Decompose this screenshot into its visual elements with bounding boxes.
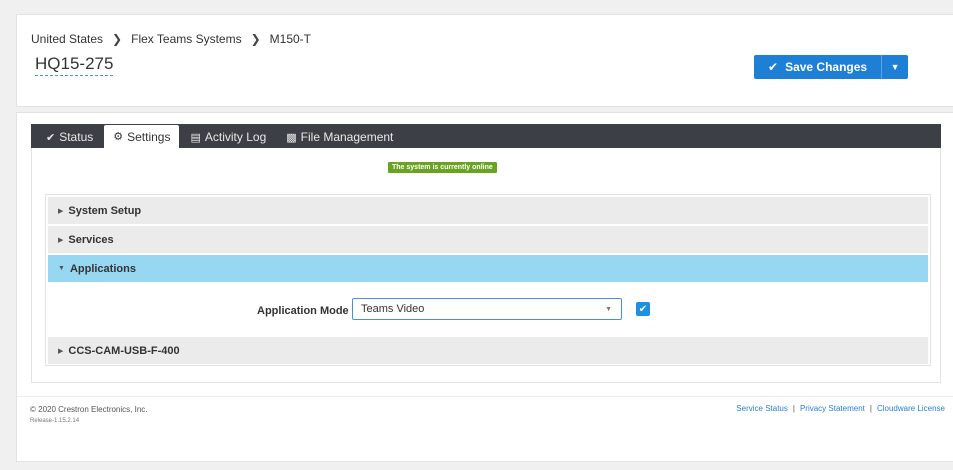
save-changes-label: Save Changes [785,60,868,74]
application-mode-select[interactable]: Teams Video ▼ [352,298,622,320]
footer-divider [17,396,953,397]
breadcrumb: United States ❯ Flex Teams Systems ❯ M15… [31,32,311,46]
header-card: United States ❯ Flex Teams Systems ❯ M15… [16,14,953,107]
caret-right-icon: ▶ [58,236,64,244]
accordion-ccs-cam-usb[interactable]: ▶ CCS-CAM-USB-F-400 [48,337,928,364]
save-changes-button[interactable]: ✔ Save Changes [754,55,883,79]
settings-accordion: ▶ System Setup ▶ Services ▼ Applications… [45,194,931,366]
footer-copyright: © 2020 Crestron Electronics, Inc. [30,405,148,414]
tab-label: File Management [300,130,394,144]
chevron-right-icon: ❯ [250,32,261,46]
accordion-label: System Setup [68,204,142,217]
accordion-label: Services [68,233,114,246]
tab-label: Status [59,130,94,144]
application-mode-label: Application Mode [257,305,349,317]
tabs-bar: ✔ Status ⚙ Settings ▤ Activity Log ▩ Fil… [31,124,941,148]
footer-links: Service Status | Privacy Statement | Clo… [736,404,945,413]
main-card: ✔ Status ⚙ Settings ▤ Activity Log ▩ Fil… [16,112,953,462]
breadcrumb-item-group[interactable]: Flex Teams Systems [131,32,241,46]
caret-down-icon: ▼ [605,306,612,313]
tab-activity-log[interactable]: ▤ Activity Log [181,126,275,148]
accordion-label: CCS-CAM-USB-F-400 [68,344,180,357]
check-icon: ✔ [638,303,648,315]
save-button-group: ✔ Save Changes ▼ [754,55,909,79]
caret-right-icon: ▶ [58,207,64,215]
caret-down-icon: ▼ [890,62,900,72]
application-mode-checkbox[interactable]: ✔ [636,302,650,316]
link-separator: | [869,404,872,413]
cloudware-license-link[interactable]: Cloudware License [877,404,945,413]
service-status-link[interactable]: Service Status [736,404,788,413]
accordion-services[interactable]: ▶ Services [48,226,928,253]
tab-label: Activity Log [204,130,267,144]
tab-label: Settings [127,129,171,144]
accordion-system-setup[interactable]: ▶ System Setup [48,197,928,224]
device-name-editable[interactable]: HQ15-275 [35,54,114,76]
save-options-dropdown-button[interactable]: ▼ [882,55,909,79]
privacy-statement-link[interactable]: Privacy Statement [800,404,865,413]
top-strip [0,0,953,10]
check-icon: ✔ [46,131,56,144]
status-badge: The system is currently online [388,162,497,173]
link-separator: | [792,404,795,413]
footer-release: Release-1.15.2.14 [30,418,80,424]
breadcrumb-item-country[interactable]: United States [31,32,103,46]
tab-settings[interactable]: ⚙ Settings [104,125,180,148]
check-icon: ✔ [768,60,779,74]
gear-icon: ⚙ [113,131,124,143]
caret-right-icon: ▶ [58,347,64,355]
caret-down-icon: ▼ [58,265,65,272]
accordion-applications[interactable]: ▼ Applications [48,255,928,282]
tab-status[interactable]: ✔ Status [37,126,102,148]
file-icon: ▩ [286,131,297,144]
tab-file-management[interactable]: ▩ File Management [277,126,402,148]
list-icon: ▤ [190,131,201,144]
settings-content: The system is currently online ▶ System … [31,148,941,383]
breadcrumb-item-model[interactable]: M150-T [270,32,311,46]
application-mode-value: Teams Video [361,303,425,315]
chevron-right-icon: ❯ [112,32,123,46]
accordion-label: Applications [69,262,136,275]
